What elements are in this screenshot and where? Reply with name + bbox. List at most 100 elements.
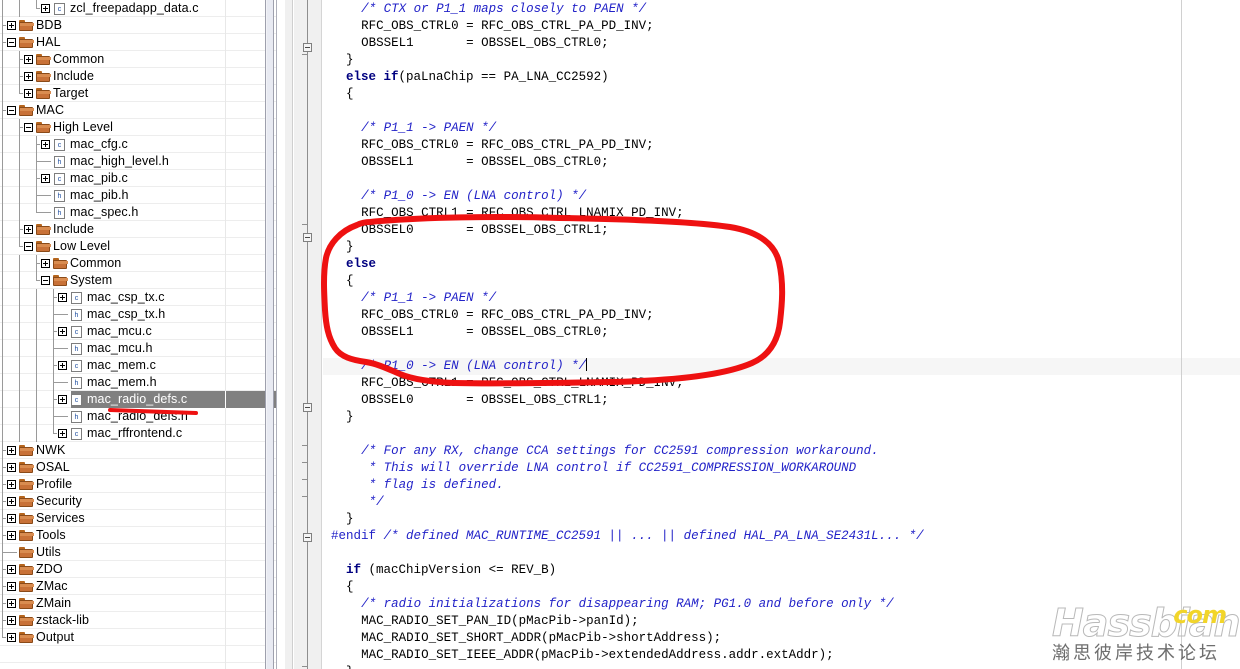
expand-icon[interactable] bbox=[7, 446, 16, 455]
code-line[interactable] bbox=[323, 103, 1240, 120]
editor-panel[interactable]: /* CTX or P1_1 maps closely to PAEN */ RF… bbox=[285, 0, 1240, 669]
tree-item[interactable]: ZMac bbox=[0, 578, 285, 595]
code-line[interactable]: MAC_RADIO_SET_PAN_ID(pMacPib->panId); bbox=[323, 613, 1240, 630]
tree-item[interactable]: Tools bbox=[0, 527, 285, 544]
code-line[interactable]: } bbox=[323, 239, 1240, 256]
collapse-icon[interactable] bbox=[7, 38, 16, 47]
tree-item[interactable]: Include bbox=[0, 221, 285, 238]
expand-icon[interactable] bbox=[7, 599, 16, 608]
tree-item[interactable]: Utils bbox=[0, 544, 285, 561]
code-line[interactable]: OBSSEL1 = OBSSEL_OBS_CTRL0; bbox=[323, 324, 1240, 341]
tree-item[interactable]: h mac_pib.h bbox=[0, 187, 285, 204]
code-line[interactable]: /* P1_1 -> PAEN */ bbox=[323, 290, 1240, 307]
tree-item[interactable]: c mac_cfg.c bbox=[0, 136, 285, 153]
tree-item[interactable]: OSAL bbox=[0, 459, 285, 476]
code-line[interactable]: /* P1_0 -> EN (LNA control) */ bbox=[323, 358, 1240, 375]
code-line[interactable]: OBSSEL0 = OBSSEL_OBS_CTRL1; bbox=[323, 392, 1240, 409]
code-line[interactable]: RFC_OBS_CTRL0 = RFC_OBS_CTRL_PA_PD_INV; bbox=[323, 307, 1240, 324]
code-folding-gutter[interactable] bbox=[294, 0, 322, 669]
expand-icon[interactable] bbox=[7, 582, 16, 591]
code-line[interactable] bbox=[323, 171, 1240, 188]
tree-item[interactable]: c mac_mcu.c bbox=[0, 323, 285, 340]
code-line[interactable]: /* P1_1 -> PAEN */ bbox=[323, 120, 1240, 137]
code-line[interactable]: MAC_RADIO_SET_IEEE_ADDR(pMacPib->extende… bbox=[323, 647, 1240, 664]
expand-icon[interactable] bbox=[7, 616, 16, 625]
code-line[interactable]: /* radio initializations for disappearin… bbox=[323, 596, 1240, 613]
code-line[interactable]: } bbox=[323, 511, 1240, 528]
expand-icon[interactable] bbox=[7, 480, 16, 489]
expand-icon[interactable] bbox=[7, 514, 16, 523]
code-line[interactable]: { bbox=[323, 86, 1240, 103]
code-line[interactable]: RFC_OBS_CTRL0 = RFC_OBS_CTRL_PA_PD_INV; bbox=[323, 18, 1240, 35]
code-line[interactable] bbox=[323, 545, 1240, 562]
expand-icon[interactable] bbox=[41, 4, 50, 13]
code-line[interactable]: else if(paLnaChip == PA_LNA_CC2592) bbox=[323, 69, 1240, 86]
tree-vertical-scrollbar[interactable] bbox=[265, 0, 274, 669]
tree-item[interactable]: BDB bbox=[0, 17, 285, 34]
expand-icon[interactable] bbox=[24, 72, 33, 81]
expand-icon[interactable] bbox=[41, 140, 50, 149]
code-line[interactable]: * flag is defined. bbox=[323, 477, 1240, 494]
collapse-icon[interactable] bbox=[41, 276, 50, 285]
tree-item[interactable]: Profile bbox=[0, 476, 285, 493]
code-text-area[interactable]: /* CTX or P1_1 maps closely to PAEN */ RF… bbox=[323, 0, 1240, 669]
code-line[interactable]: /* P1_0 -> EN (LNA control) */ bbox=[323, 188, 1240, 205]
code-line[interactable]: OBSSEL1 = OBSSEL_OBS_CTRL0; bbox=[323, 35, 1240, 52]
expand-icon[interactable] bbox=[24, 225, 33, 234]
expand-icon[interactable] bbox=[24, 89, 33, 98]
code-line[interactable]: */ bbox=[323, 494, 1240, 511]
tree-item[interactable]: c zcl_freepadapp_data.c bbox=[0, 0, 285, 17]
tree-item-selected[interactable]: c mac_radio_defs.c bbox=[0, 391, 285, 408]
code-line[interactable]: /* CTX or P1_1 maps closely to PAEN */ bbox=[323, 1, 1240, 18]
code-line[interactable]: RFC_OBS_CTRL1 = RFC_OBS_CTRL_LNAMIX_PD_I… bbox=[323, 205, 1240, 222]
code-line[interactable]: RFC_OBS_CTRL0 = RFC_OBS_CTRL_PA_PD_INV; bbox=[323, 137, 1240, 154]
tree-item[interactable]: c mac_rffrontend.c bbox=[0, 425, 285, 442]
expand-icon[interactable] bbox=[7, 531, 16, 540]
expand-icon[interactable] bbox=[41, 174, 50, 183]
expand-icon[interactable] bbox=[58, 293, 67, 302]
tree-item[interactable]: c mac_csp_tx.c bbox=[0, 289, 285, 306]
code-line[interactable]: } bbox=[323, 664, 1240, 669]
code-line[interactable]: OBSSEL1 = OBSSEL_OBS_CTRL0; bbox=[323, 154, 1240, 171]
tree-item[interactable]: Security bbox=[0, 493, 285, 510]
tree-scroll-area[interactable] bbox=[265, 0, 285, 669]
code-line[interactable]: if (macChipVersion <= REV_B) bbox=[323, 562, 1240, 579]
fold-collapse-icon[interactable] bbox=[303, 403, 312, 412]
expand-icon[interactable] bbox=[58, 327, 67, 336]
code-line[interactable]: } bbox=[323, 52, 1240, 69]
tree-item[interactable]: c mac_pib.c bbox=[0, 170, 285, 187]
tree-item[interactable]: MAC bbox=[0, 102, 285, 119]
code-line[interactable]: /* For any RX, change CCA settings for C… bbox=[323, 443, 1240, 460]
tree-item[interactable]: h mac_radio_defs.h bbox=[0, 408, 285, 425]
tree-item[interactable]: h mac_csp_tx.h bbox=[0, 306, 285, 323]
tree-item[interactable]: ZDO bbox=[0, 561, 285, 578]
panel-splitter[interactable] bbox=[276, 0, 285, 669]
tree-item[interactable]: Services bbox=[0, 510, 285, 527]
tree-item[interactable]: NWK bbox=[0, 442, 285, 459]
workspace-project-tree-panel[interactable]: c zcl_freepadapp_data.c BDB HAL Common Includ… bbox=[0, 0, 285, 669]
tree-scroll-thumb[interactable] bbox=[267, 0, 273, 669]
code-line[interactable]: RFC_OBS_CTRL1 = RFC_OBS_CTRL_LNAMIX_PD_I… bbox=[323, 375, 1240, 392]
collapse-icon[interactable] bbox=[7, 106, 16, 115]
tree-item[interactable]: zstack-lib bbox=[0, 612, 285, 629]
tree-item[interactable]: High Level bbox=[0, 119, 285, 136]
expand-icon[interactable] bbox=[58, 429, 67, 438]
tree-item[interactable]: h mac_mem.h bbox=[0, 374, 285, 391]
expand-icon[interactable] bbox=[24, 55, 33, 64]
code-line[interactable]: #endif /* defined MAC_RUNTIME_CC2591 || … bbox=[323, 528, 1240, 545]
code-line[interactable]: } bbox=[323, 409, 1240, 426]
fold-collapse-icon[interactable] bbox=[303, 43, 312, 52]
tree-item[interactable]: ZMain bbox=[0, 595, 285, 612]
tree-item[interactable]: h mac_mcu.h bbox=[0, 340, 285, 357]
tree-item[interactable]: Include bbox=[0, 68, 285, 85]
code-line[interactable]: * This will override LNA control if CC25… bbox=[323, 460, 1240, 477]
tree-item[interactable]: Low Level bbox=[0, 238, 285, 255]
code-line[interactable] bbox=[323, 426, 1240, 443]
fold-collapse-icon[interactable] bbox=[303, 533, 312, 542]
code-line[interactable]: else bbox=[323, 256, 1240, 273]
tree-item[interactable]: Common bbox=[0, 255, 285, 272]
code-line[interactable]: OBSSEL0 = OBSSEL_OBS_CTRL1; bbox=[323, 222, 1240, 239]
expand-icon[interactable] bbox=[58, 361, 67, 370]
code-line[interactable]: { bbox=[323, 579, 1240, 596]
expand-icon[interactable] bbox=[7, 565, 16, 574]
